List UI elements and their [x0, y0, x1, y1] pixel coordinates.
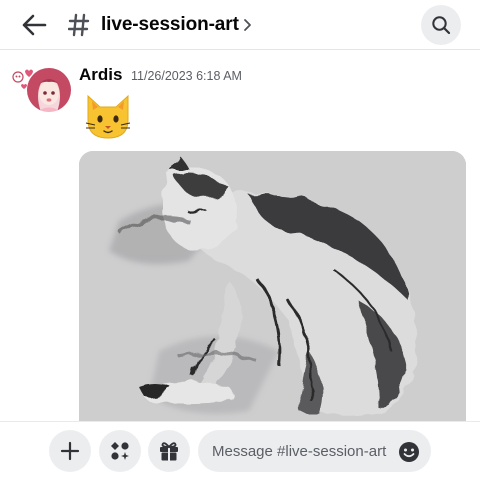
- hash-icon: [66, 11, 92, 39]
- search-icon: [432, 16, 451, 35]
- cat-face-emoji: [82, 90, 134, 142]
- emoji-picker-button[interactable]: [398, 441, 420, 463]
- apps-button[interactable]: [99, 430, 141, 472]
- avatar[interactable]: [11, 65, 71, 115]
- message-author[interactable]: Ardis: [79, 65, 122, 85]
- channel-screen: live-session-art Ardis 11/26/2023 6:18 A…: [0, 0, 480, 480]
- gift-icon: [160, 442, 178, 461]
- chevron-right-icon[interactable]: [240, 14, 254, 36]
- gift-button[interactable]: [148, 430, 190, 472]
- message-input[interactable]: [198, 430, 431, 472]
- add-attachment-button[interactable]: [49, 430, 91, 472]
- search-button[interactable]: [421, 5, 461, 45]
- sleeping-cat-sketch-image[interactable]: [79, 151, 466, 441]
- channel-title[interactable]: live-session-art: [101, 13, 239, 37]
- apps-icon: [111, 442, 129, 460]
- smiley-icon: [399, 442, 419, 462]
- plus-icon: [60, 441, 80, 461]
- message-composer: [0, 421, 480, 480]
- channel-header: live-session-art: [0, 0, 480, 50]
- back-button[interactable]: [18, 10, 50, 40]
- arrow-left-icon: [22, 14, 47, 36]
- message-timestamp: 11/26/2023 6:18 AM: [131, 69, 242, 83]
